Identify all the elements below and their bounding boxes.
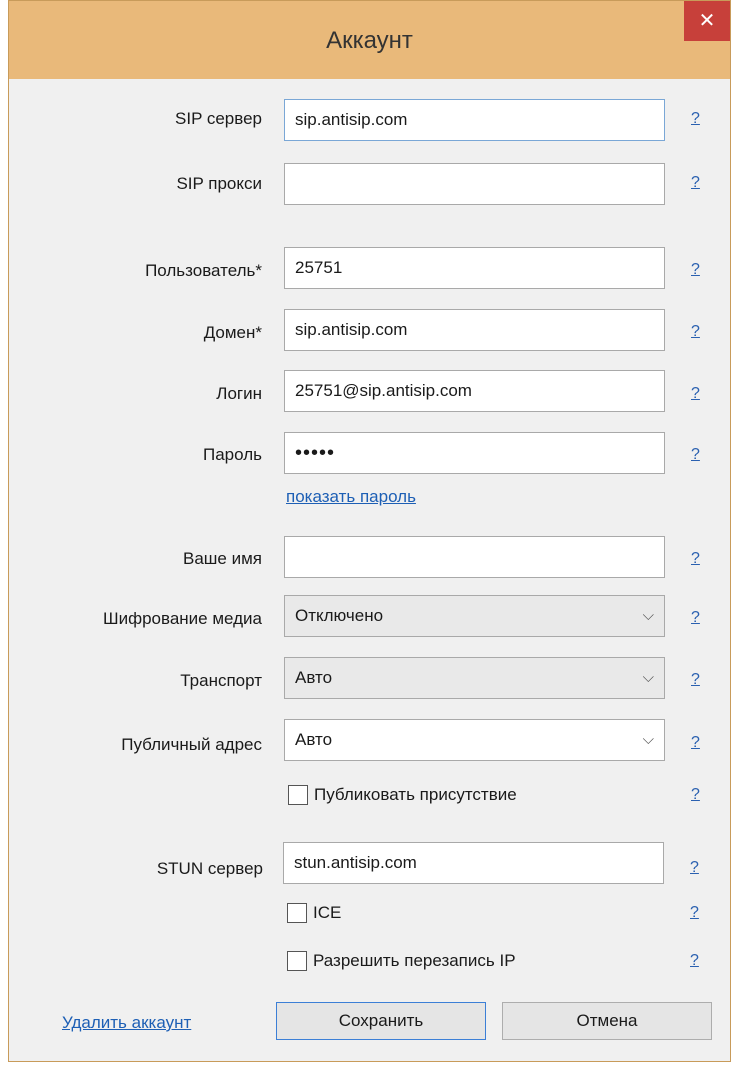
lower-section: STUN сервер (8, 0, 731, 1062)
ice-label: ICE (313, 903, 342, 922)
title-bar: Аккаунт ✕ (9, 1, 730, 79)
allow-ip-rewrite-label: Разрешить перезапись IP (313, 951, 516, 970)
cancel-button[interactable]: Отмена (502, 1002, 712, 1040)
dialog-title: Аккаунт (326, 27, 413, 54)
lower-body: STUN сервер (8, 78, 731, 1062)
save-button[interactable]: Сохранить (276, 1002, 486, 1040)
stun-server-input[interactable]: stun.antisip.com (283, 842, 664, 884)
stun-server-help-link[interactable]: ? (690, 859, 699, 877)
delete-account-link[interactable]: Удалить аккаунт (62, 1013, 191, 1033)
close-button[interactable]: ✕ (684, 1, 730, 41)
allow-ip-rewrite-checkbox[interactable] (287, 951, 307, 971)
ice-checkbox[interactable] (287, 903, 307, 923)
allow-ip-rewrite-help-link[interactable]: ? (690, 952, 699, 970)
ice-help-link[interactable]: ? (690, 904, 699, 922)
stun-server-label: STUN сервер (156, 859, 263, 878)
